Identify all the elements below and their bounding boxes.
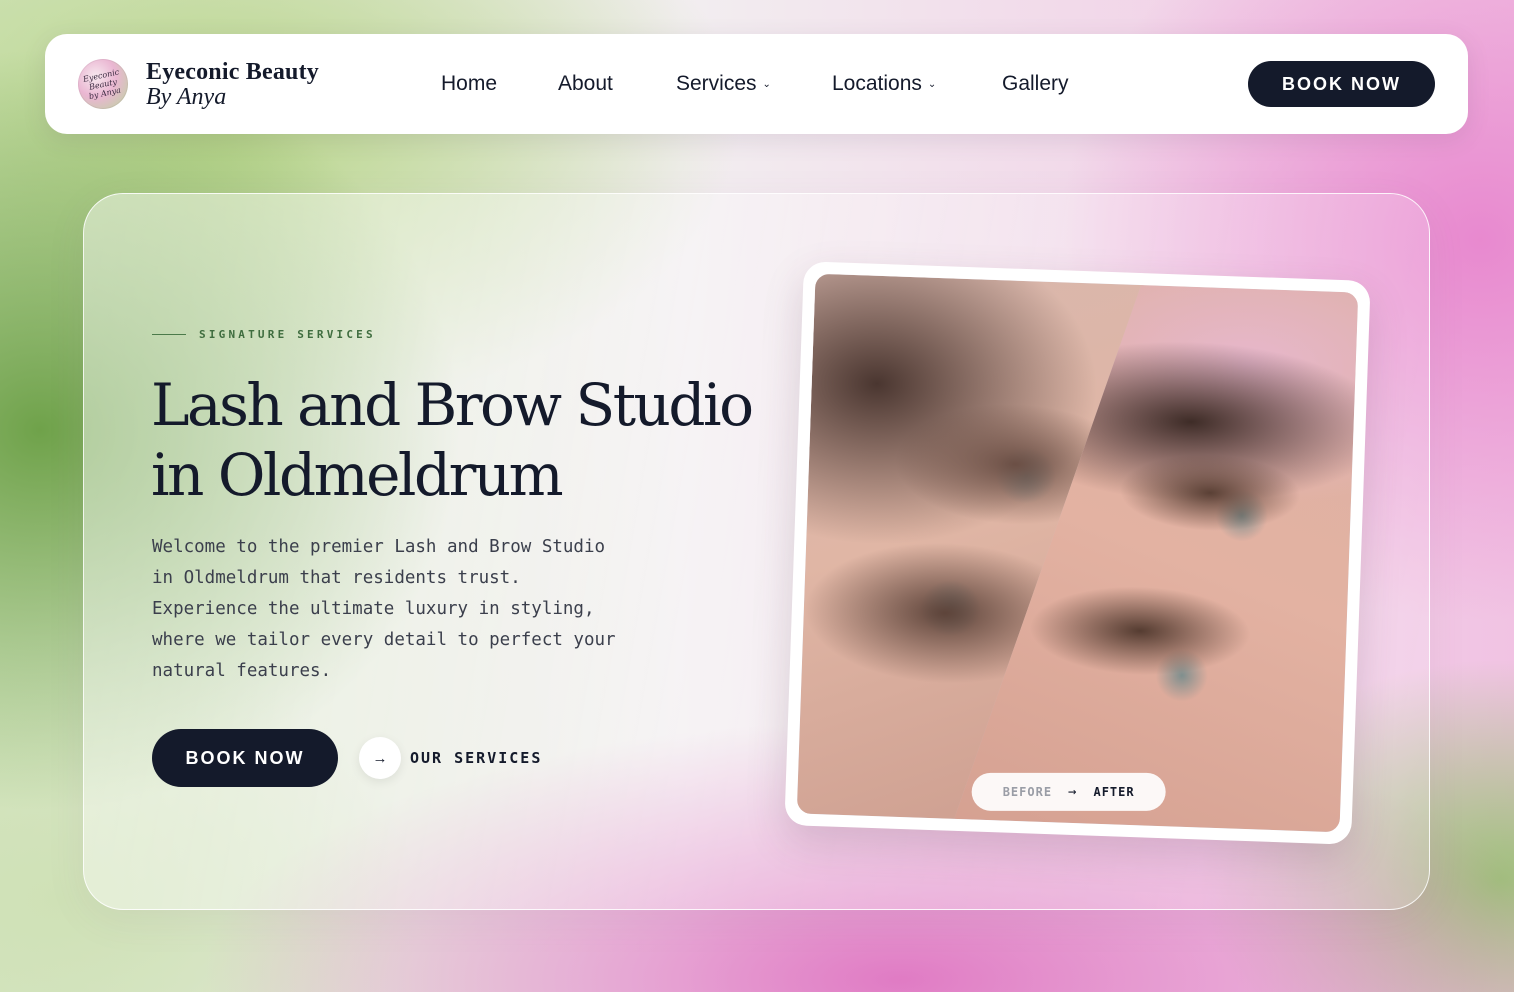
nav-item-services-label: Services: [676, 72, 757, 95]
nav-item-gallery[interactable]: Gallery: [1002, 72, 1069, 96]
before-after-badge: BEFORE → AFTER: [971, 772, 1166, 811]
before-after-photo: [796, 273, 1359, 833]
main-menu: Home About Services ⌄ Locations ⌄ Galler…: [441, 34, 1069, 134]
nav-item-about[interactable]: About: [558, 72, 676, 96]
nav-book-now-button[interactable]: BOOK NOW: [1248, 61, 1435, 107]
before-label: BEFORE: [1002, 784, 1053, 799]
after-label: AFTER: [1093, 784, 1135, 799]
arrow-right-icon: →: [359, 737, 401, 779]
chevron-down-icon: ⌄: [927, 78, 937, 90]
eyebrow-rule: [152, 334, 186, 335]
before-after-photo-frame: BEFORE → AFTER: [784, 261, 1371, 845]
brand-logo: Eyeconic Beauty by Anya: [78, 59, 128, 109]
arrow-right-icon: →: [1068, 783, 1078, 800]
brand-text: Eyeconic Beauty By Anya: [146, 59, 319, 109]
top-navbar: Eyeconic Beauty by Anya Eyeconic Beauty …: [45, 34, 1468, 134]
nav-item-home[interactable]: Home: [441, 72, 558, 96]
logo-lettering: Eyeconic Beauty by Anya: [82, 66, 122, 101]
nav-item-gallery-label: Gallery: [1002, 72, 1069, 95]
eyebrow-label: SIGNATURE SERVICES: [199, 328, 376, 341]
chevron-down-icon: ⌄: [762, 78, 771, 90]
hero-eyebrow: SIGNATURE SERVICES: [152, 328, 376, 341]
brand-name: Eyeconic Beauty: [146, 59, 319, 85]
nav-item-about-label: About: [558, 72, 613, 95]
nav-item-home-label: Home: [441, 72, 498, 95]
hero-title-line-2: in Oldmeldrum: [151, 441, 564, 509]
brand-logo-link[interactable]: Eyeconic Beauty by Anya Eyeconic Beauty …: [78, 59, 319, 109]
nav-item-services[interactable]: Services ⌄: [676, 72, 832, 96]
nav-item-locations-label: Locations: [832, 72, 922, 95]
hero-title: Lash and Brow Studio in Oldmeldrum: [151, 370, 771, 510]
hero-title-line-1: Lash and Brow Studio: [151, 371, 754, 439]
hero-card: SIGNATURE SERVICES Lash and Brow Studio …: [83, 193, 1430, 910]
nav-item-locations[interactable]: Locations ⌄: [832, 72, 1002, 96]
our-services-link[interactable]: → OUR SERVICES: [359, 737, 542, 779]
hero-book-now-button[interactable]: BOOK NOW: [152, 729, 338, 787]
our-services-label: OUR SERVICES: [410, 749, 543, 767]
hero-description: Welcome to the premier Lash and Brow Stu…: [152, 537, 616, 681]
brand-tagline: By Anya: [146, 84, 227, 110]
